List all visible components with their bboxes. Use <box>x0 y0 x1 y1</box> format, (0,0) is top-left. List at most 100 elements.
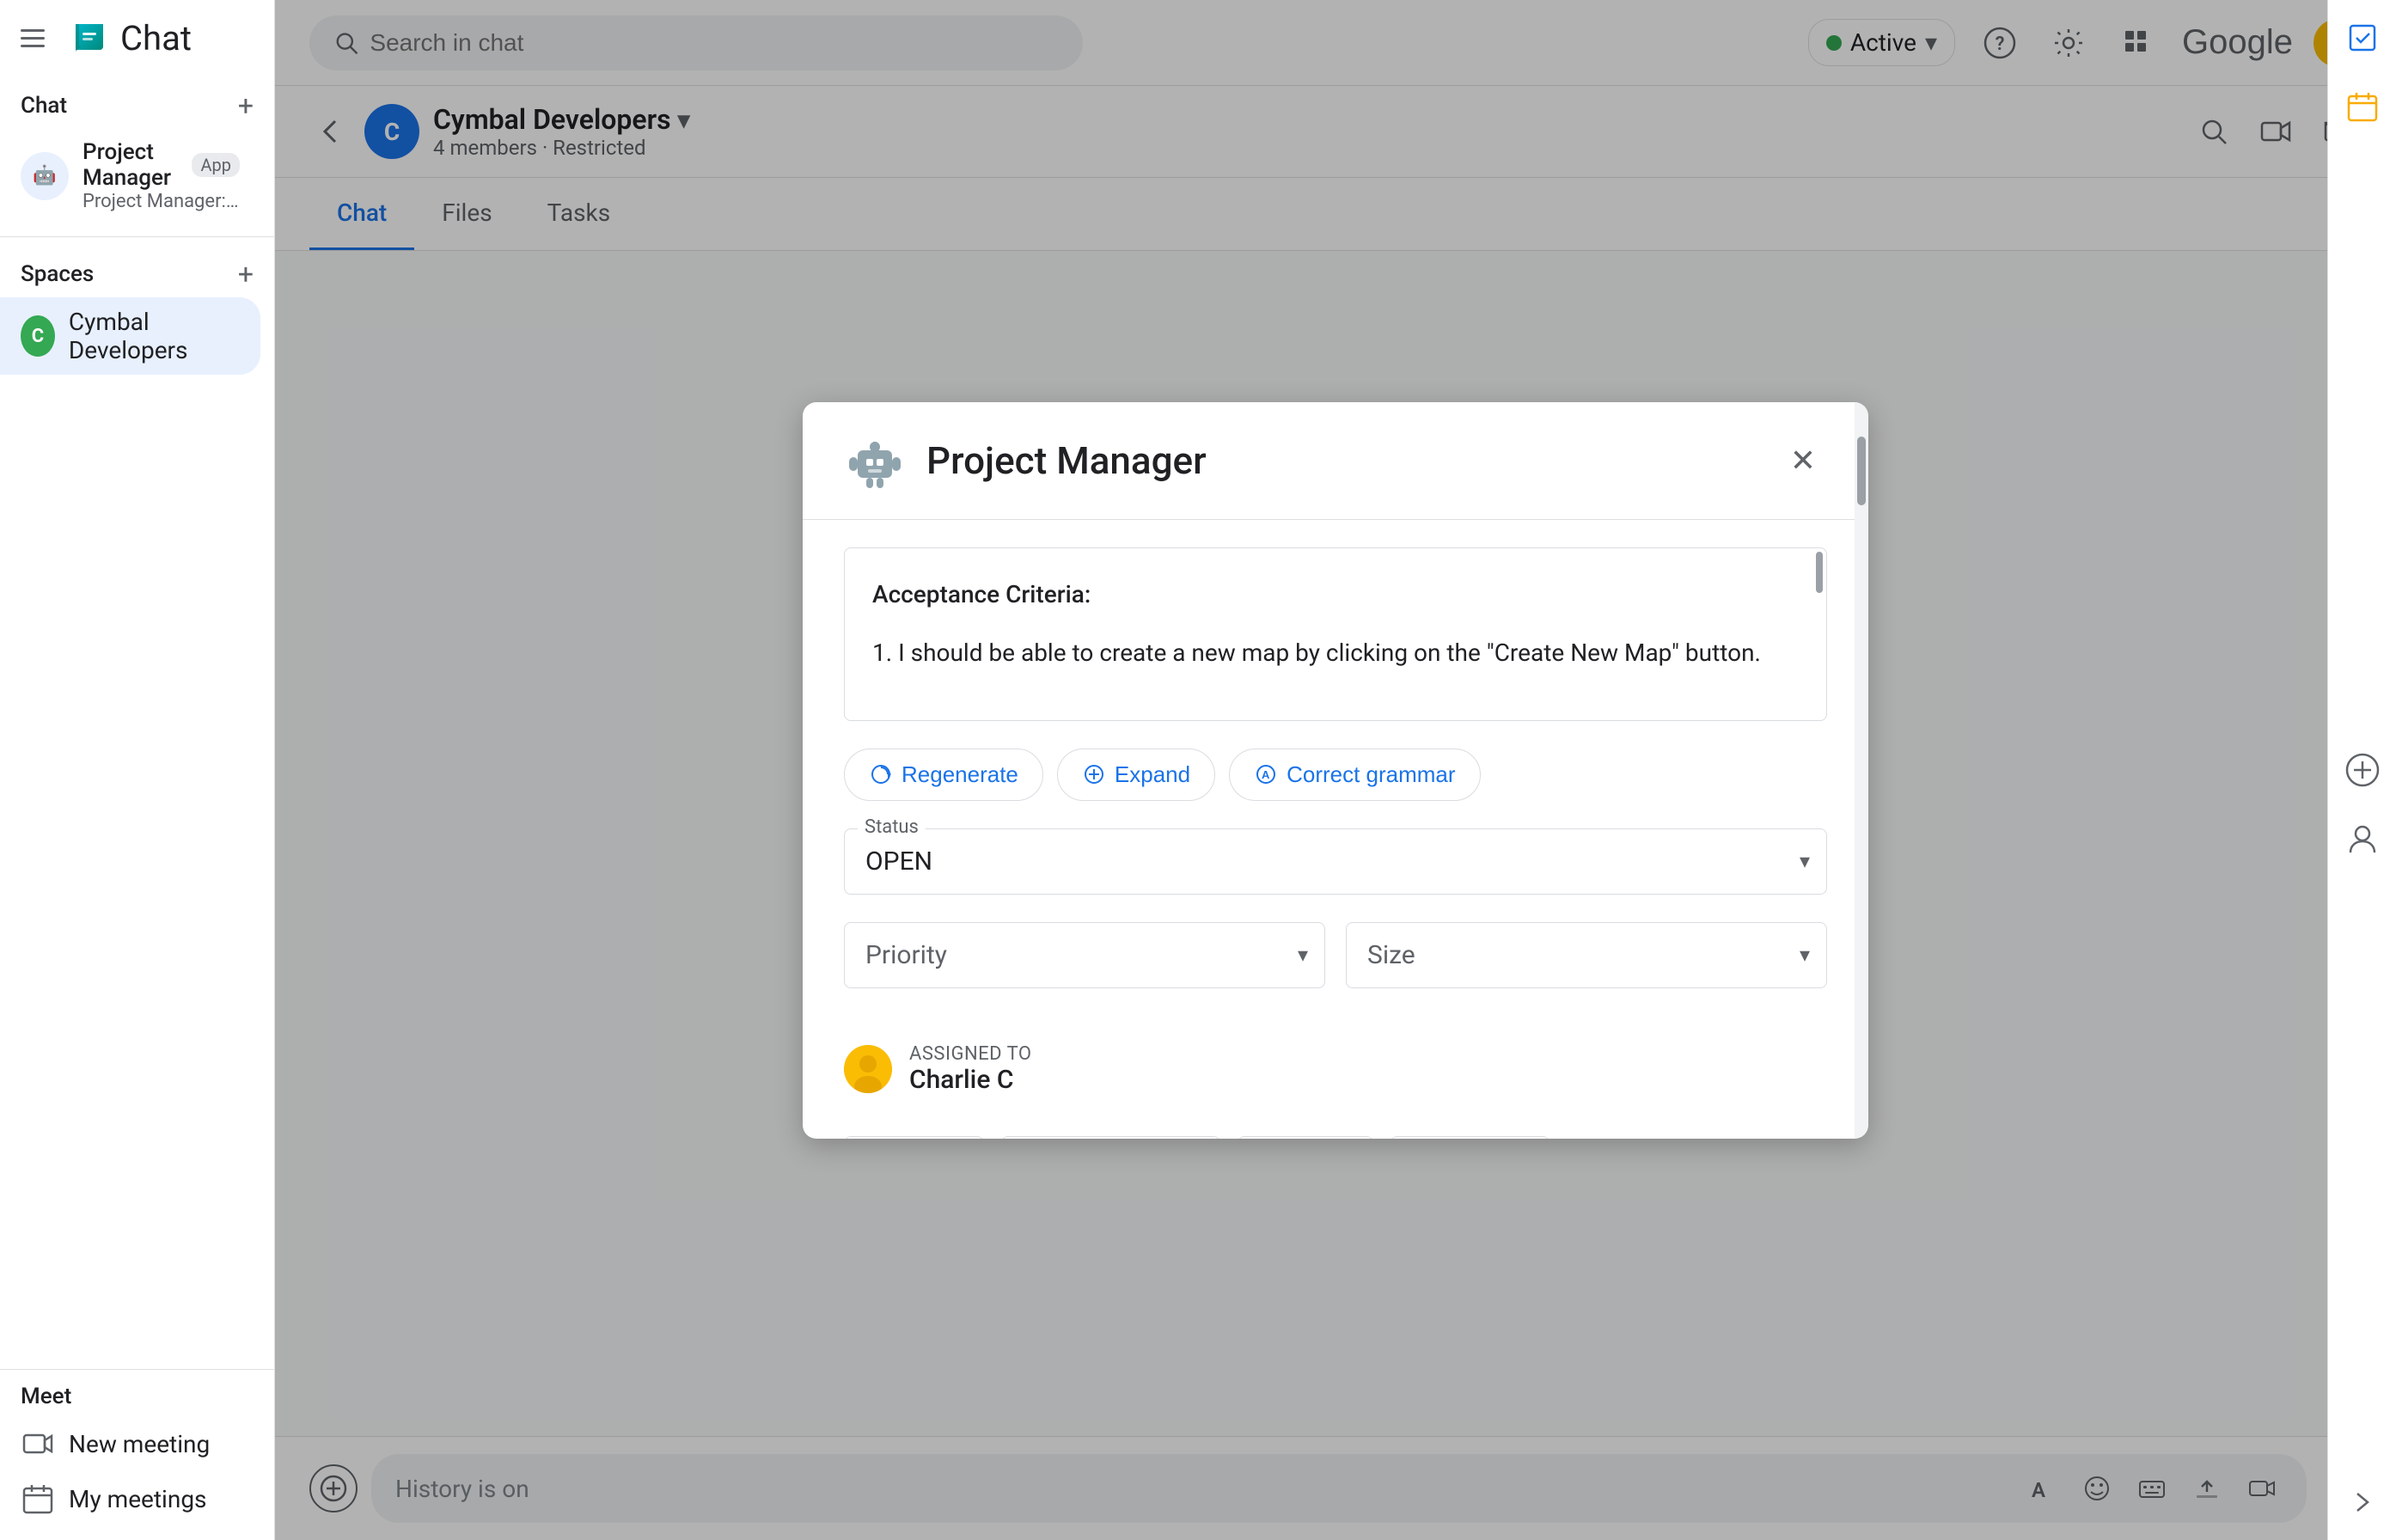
sidebar-item-sub: Project Manager: Sent an attachment <box>83 191 240 212</box>
chat-logo-icon <box>69 17 110 58</box>
meet-section-title: Meet <box>21 1384 71 1409</box>
app-badge: App <box>192 153 240 177</box>
modal-title-area: Project Manager <box>844 430 1207 492</box>
priority-size-row: Priority Size <box>844 922 1827 1012</box>
sidebar-item-cymbal-developers[interactable]: C Cymbal Developers <box>0 297 260 375</box>
add-space-icon[interactable]: + <box>238 258 254 290</box>
sidebar-logo: Chat <box>69 17 192 58</box>
priority-select[interactable]: Priority <box>844 922 1325 988</box>
correct-grammar-icon: A <box>1254 762 1278 786</box>
assigned-info: ASSIGNED TO Charlie C <box>909 1043 1032 1095</box>
assign-to-me-button[interactable]: Assign to me <box>1001 1136 1219 1139</box>
text-area-container: Acceptance Criteria: 1. I should be able… <box>844 547 1827 721</box>
spaces-section: Spaces + C Cymbal Developers <box>0 244 274 382</box>
modal-close-button[interactable]: ✕ <box>1779 437 1827 485</box>
priority-field: Priority <box>844 922 1325 988</box>
hamburger-menu[interactable] <box>21 21 55 55</box>
modal-overlay: Project Manager ✕ Acceptance Criteria: 1… <box>275 0 2396 1540</box>
assigned-name: Charlie C <box>909 1065 1032 1095</box>
correct-grammar-button[interactable]: A Correct grammar <box>1229 749 1480 801</box>
acceptance-criteria-body: 1. I should be able to create a new map … <box>872 634 1799 673</box>
modal-scrollbar[interactable] <box>1855 402 1868 1139</box>
app-container: Chat Chat + 🤖 Project Manager App Proj <box>0 0 2396 1540</box>
project-manager-modal: Project Manager ✕ Acceptance Criteria: 1… <box>803 402 1868 1139</box>
chevron-right-icon <box>2349 1488 2376 1516</box>
sidebar-item-name: Project Manager <box>83 139 181 191</box>
size-select[interactable]: Size <box>1346 922 1827 988</box>
tasks-panel-icon <box>2345 21 2380 55</box>
app-title: Chat <box>120 18 192 58</box>
hamburger-line-1 <box>21 29 45 32</box>
person-panel-button[interactable] <box>2338 815 2387 863</box>
priority-select-wrapper: Priority <box>844 922 1325 988</box>
sidebar-divider <box>0 236 274 237</box>
spaces-section-title: Spaces <box>21 261 94 287</box>
tasks-panel-button[interactable] <box>2338 14 2387 62</box>
new-meeting-label: New meeting <box>69 1430 210 1458</box>
video-icon <box>21 1427 55 1461</box>
chat-section-header[interactable]: Chat + <box>0 82 274 129</box>
expand-label: Expand <box>1115 761 1190 788</box>
modal-header: Project Manager ✕ <box>803 402 1868 520</box>
status-field: Status OPEN <box>844 828 1827 895</box>
add-chat-icon[interactable]: + <box>238 89 254 122</box>
hamburger-line-2 <box>21 37 45 40</box>
acceptance-criteria-label: Acceptance Criteria: <box>872 576 1799 614</box>
meet-divider <box>0 1369 274 1370</box>
new-meeting-icon <box>21 1427 55 1461</box>
expand-button[interactable]: Expand <box>1057 749 1215 801</box>
text-content: Acceptance Criteria: 1. I should be able… <box>845 548 1826 720</box>
my-meetings-item[interactable]: My meetings <box>0 1471 274 1526</box>
my-meetings-label: My meetings <box>69 1485 207 1513</box>
status-select-wrapper: OPEN <box>844 828 1827 895</box>
status-select[interactable]: OPEN <box>844 828 1827 895</box>
regenerate-icon <box>869 762 893 786</box>
size-select-wrapper: Size <box>1346 922 1827 988</box>
status-label: Status <box>858 816 926 838</box>
calendar-panel-button[interactable] <box>2338 82 2387 131</box>
size-field: Size <box>1346 922 1827 988</box>
modal-scrollbar-thumb <box>1857 437 1866 505</box>
modal-body: Acceptance Criteria: 1. I should be able… <box>803 520 1868 1139</box>
svg-text:A: A <box>1262 768 1270 781</box>
regenerate-label: Regenerate <box>902 761 1018 788</box>
chevron-right-panel-button[interactable] <box>2338 1478 2387 1526</box>
sidebar-item-project-manager[interactable]: 🤖 Project Manager App Project Manager: S… <box>0 129 260 223</box>
robot-icon <box>844 430 906 492</box>
cancel-button[interactable]: Cancel <box>1391 1136 1549 1139</box>
ai-actions: Regenerate Expand A <box>844 749 1827 801</box>
text-area-scrollbar[interactable] <box>1816 552 1823 593</box>
add-panel-icon <box>2345 753 2380 787</box>
save-button[interactable]: Save <box>844 1136 984 1139</box>
assigned-avatar <box>844 1045 892 1093</box>
priority-label: Priority <box>865 940 947 970</box>
spaces-section-header[interactable]: Spaces + <box>0 251 274 297</box>
main-area: Active ▾ ? <box>275 0 2396 1540</box>
correct-grammar-label: Correct grammar <box>1287 761 1455 788</box>
chat-section-title: Chat <box>21 93 67 119</box>
sidebar-header: Chat <box>0 0 274 76</box>
add-panel-button[interactable] <box>2338 746 2387 794</box>
assigned-section: ASSIGNED TO Charlie C <box>844 1036 1827 1102</box>
regenerate-button[interactable]: Regenerate <box>844 749 1043 801</box>
assigned-to-label: ASSIGNED TO <box>909 1043 1032 1065</box>
size-label: Size <box>1367 940 1415 970</box>
right-panel <box>2327 0 2396 1540</box>
modal-actions: Save Assign to me <box>844 1129 1827 1139</box>
start-button[interactable]: Start <box>1238 1136 1374 1139</box>
sidebar: Chat Chat + 🤖 Project Manager App Proj <box>0 0 275 1540</box>
project-manager-avatar: 🤖 <box>21 152 69 200</box>
space-name: Cymbal Developers <box>69 308 240 364</box>
assigned-user-icon <box>844 1045 892 1093</box>
expand-icon <box>1082 762 1106 786</box>
hamburger-line-3 <box>21 45 45 47</box>
sidebar-item-info: Project Manager App Project Manager: Sen… <box>83 139 240 212</box>
new-meeting-item[interactable]: New meeting <box>0 1416 274 1471</box>
status-value: OPEN <box>865 846 932 877</box>
calendar-panel-icon <box>2345 89 2380 124</box>
meet-section-header[interactable]: Meet <box>0 1377 274 1416</box>
person-panel-icon <box>2345 822 2380 856</box>
modal-title: Project Manager <box>926 438 1207 483</box>
my-meetings-icon <box>21 1482 55 1516</box>
chat-section: Chat + 🤖 Project Manager App Project Man… <box>0 76 274 229</box>
